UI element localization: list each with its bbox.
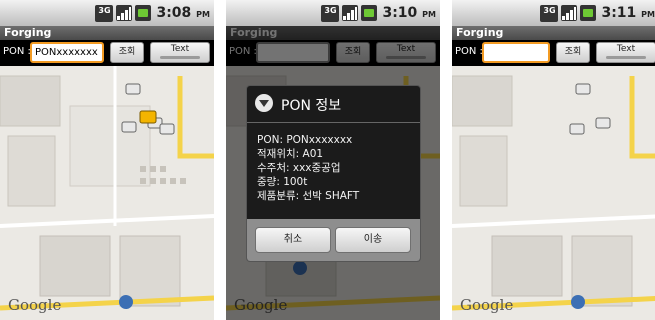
status-bar: 3G 3:08 PM	[0, 0, 214, 27]
dialog-line-category: 제품분류: 선박 SHAFT	[257, 190, 360, 202]
transfer-button[interactable]: 이송	[335, 227, 411, 253]
status-bar: 3G 3:10 PM	[226, 0, 440, 27]
signal-icon	[116, 5, 133, 21]
pon-input[interactable]: PONxxxxxxx	[30, 42, 104, 63]
map-view[interactable]: Google	[0, 66, 214, 320]
battery-icon	[135, 5, 152, 21]
signal-icon	[561, 5, 578, 21]
app-title: Forging	[452, 26, 655, 40]
map-view[interactable]: Google	[452, 66, 655, 320]
dialog-title: PON 정보	[281, 98, 342, 114]
status-bar: 3G 3:11 PM	[452, 0, 655, 27]
network-3g-icon: 3G	[321, 4, 340, 22]
text-button[interactable]: Text	[596, 42, 655, 63]
search-button[interactable]: 조회	[110, 42, 144, 63]
app-title: Forging	[0, 26, 214, 40]
battery-icon	[361, 5, 378, 21]
pon-info-dialog: PON 정보 PON: PONxxxxxxx 적재위치: A01 수주처: xx…	[246, 85, 421, 262]
dialog-line-pon: PON: PONxxxxxxx	[257, 134, 353, 146]
dialog-footer: 취소 이송	[247, 219, 420, 261]
phone-screen-3: 3G 3:11 PM Forging PON : 조회 Text Google	[452, 0, 655, 320]
signal-icon	[342, 5, 359, 21]
status-clock: 3:11 PM	[601, 5, 655, 21]
battery-icon	[580, 5, 597, 21]
dialog-body: PON: PONxxxxxxx 적재위치: A01 수주처: xxx중공업 중량…	[247, 123, 420, 203]
pon-input[interactable]	[482, 42, 550, 63]
pon-label: PON :	[455, 46, 483, 57]
text-button[interactable]: Text	[150, 42, 210, 63]
info-icon	[255, 94, 273, 112]
dialog-header: PON 정보	[247, 86, 420, 123]
cancel-button[interactable]: 취소	[255, 227, 331, 253]
google-logo: Google	[460, 296, 514, 314]
network-3g-icon: 3G	[540, 4, 559, 22]
status-clock: 3:08 PM	[156, 5, 210, 21]
phone-screen-1: 3G 3:08 PM Forging PON : PONxxxxxxx 조회 T…	[0, 0, 214, 320]
dialog-line-client: 수주처: xxx중공업	[257, 162, 341, 174]
search-controls: PON : 조회 Text	[452, 40, 655, 66]
search-button[interactable]: 조회	[556, 42, 590, 63]
pon-label: PON :	[3, 46, 31, 57]
google-logo: Google	[8, 296, 62, 314]
status-clock: 3:10 PM	[382, 5, 436, 21]
search-controls: PON : PONxxxxxxx 조회 Text	[0, 40, 214, 66]
network-3g-icon: 3G	[95, 4, 114, 22]
phone-screen-2: 3G 3:10 PM Forging PON : 조회 Text Google …	[226, 0, 440, 320]
dialog-line-location: 적재위치: A01	[257, 148, 324, 160]
dialog-line-weight: 중량: 100t	[257, 176, 308, 188]
